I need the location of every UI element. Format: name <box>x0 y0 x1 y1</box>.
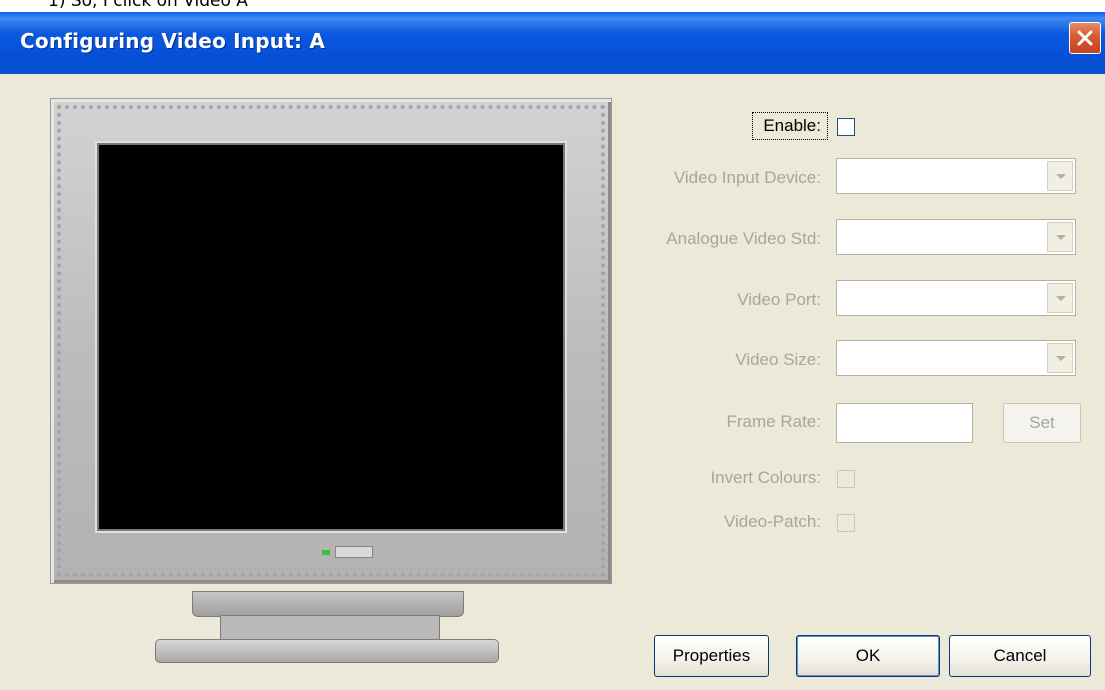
enable-label: Enable: <box>763 116 821 135</box>
close-icon <box>1077 30 1093 46</box>
video-preview-screen <box>97 143 565 531</box>
video-port-select[interactable] <box>836 280 1076 316</box>
chevron-down-icon[interactable] <box>1047 343 1073 373</box>
analogue-video-std-label: Analogue Video Std: <box>666 229 821 248</box>
video-input-device-label: Video Input Device: <box>673 168 821 187</box>
video-patch-label: Video-Patch: <box>723 512 821 531</box>
instruction-text-strip: 1) So, I click on Video A <box>0 0 1105 12</box>
monitor-neck <box>192 591 464 617</box>
instruction-text: 1) So, I click on Video A <box>48 0 248 11</box>
invert-colours-checkbox[interactable] <box>837 470 855 488</box>
properties-button[interactable]: Properties <box>654 635 769 677</box>
chevron-down-icon[interactable] <box>1047 161 1073 191</box>
enable-checkbox[interactable] <box>837 118 855 136</box>
chevron-down-icon[interactable] <box>1047 283 1073 313</box>
set-button[interactable]: Set <box>1003 403 1081 443</box>
video-size-select[interactable] <box>836 340 1076 376</box>
ok-button[interactable]: OK <box>796 635 940 677</box>
close-button[interactable] <box>1069 22 1101 54</box>
video-size-label: Video Size: <box>735 350 821 369</box>
frame-rate-label: Frame Rate: <box>726 412 821 431</box>
chevron-down-icon[interactable] <box>1047 222 1073 252</box>
title-bar: Configuring Video Input: A <box>0 12 1105 74</box>
dialog-body: Enable: Video Input Device: Analogue Vid… <box>0 74 1105 690</box>
cancel-button[interactable]: Cancel <box>949 635 1091 677</box>
frame-rate-input[interactable] <box>836 403 973 443</box>
invert-colours-label: Invert Colours: <box>710 468 821 487</box>
monitor-power-led <box>322 550 330 555</box>
monitor-bezel <box>50 98 612 584</box>
window-title: Configuring Video Input: A <box>20 29 326 53</box>
video-patch-checkbox[interactable] <box>837 514 855 532</box>
monitor-base <box>155 639 499 663</box>
monitor-stem <box>220 615 440 641</box>
monitor-button-panel <box>335 546 373 558</box>
video-port-label: Video Port: <box>737 290 821 309</box>
video-input-device-select[interactable] <box>836 158 1076 194</box>
analogue-video-std-select[interactable] <box>836 219 1076 255</box>
